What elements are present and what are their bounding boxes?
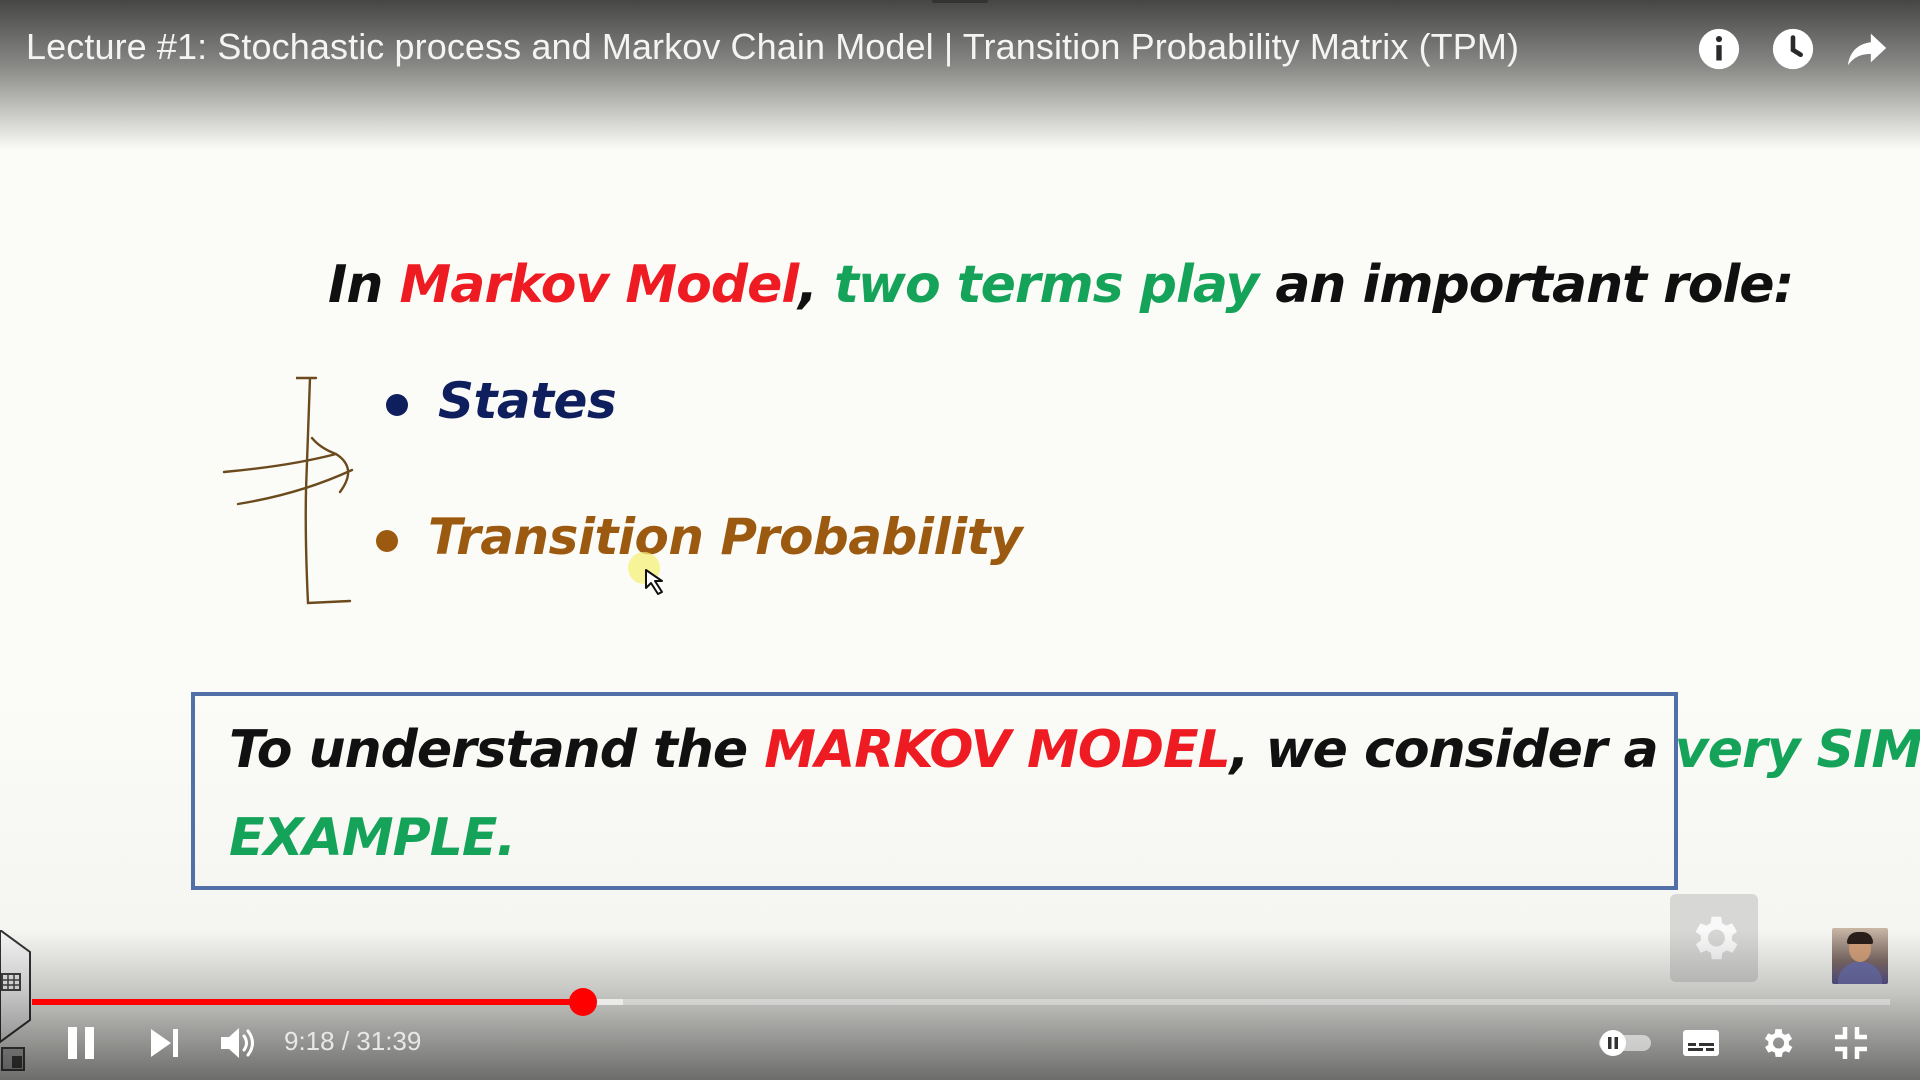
video-title[interactable]: Lecture #1: Stochastic process and Marko…	[26, 26, 1519, 68]
progress-played	[32, 999, 583, 1005]
note-part: To understand the	[229, 720, 765, 780]
bullet-states: States	[386, 372, 617, 430]
time-separator: /	[334, 1026, 357, 1056]
watch-later-icon	[1772, 28, 1814, 70]
progress-bar[interactable]	[32, 988, 1890, 1016]
video-frame[interactable]: In Markov Model, two terms play an impor…	[0, 0, 1920, 1080]
info-icon	[1698, 28, 1740, 70]
cursor-pointer-icon	[628, 552, 663, 595]
volume-icon	[221, 1028, 254, 1058]
bullet-dot	[386, 393, 408, 416]
watch-later-button[interactable]	[1768, 24, 1818, 74]
next-button[interactable]	[142, 1020, 188, 1066]
note-highlight-red: MARKOV MODEL	[764, 720, 1230, 780]
heading-highlight-green: two terms play	[834, 255, 1259, 315]
captions-icon	[1683, 1030, 1719, 1056]
exit-fullscreen-icon	[1835, 1027, 1867, 1059]
info-button[interactable]	[1694, 24, 1744, 74]
top-notch	[932, 0, 988, 3]
note-highlight-green: very SIMPLE	[1674, 720, 1920, 780]
duration: 31:39	[356, 1026, 422, 1056]
example-note-box: To understand the MARKOV MODEL, we consi…	[191, 692, 1920, 890]
share-button[interactable]	[1842, 24, 1892, 74]
settings-button[interactable]	[1754, 1020, 1800, 1066]
pause-icon	[68, 1027, 94, 1059]
captions-button[interactable]	[1678, 1020, 1724, 1066]
share-icon	[1847, 33, 1887, 66]
exit-fullscreen-button[interactable]	[1828, 1020, 1874, 1066]
progress-scrubber-handle[interactable]	[569, 988, 597, 1016]
heading-part: In	[328, 255, 400, 315]
bullet-transition-probability: Transition Probability	[376, 508, 1023, 566]
volume-button[interactable]	[214, 1020, 264, 1066]
note-part: , we consider a	[1229, 720, 1675, 780]
heading-part: an important role:	[1258, 255, 1794, 315]
autoplay-toggle[interactable]	[1594, 1020, 1656, 1066]
current-time: 9:18	[284, 1026, 335, 1056]
heading-highlight-red: Markov Model	[399, 255, 799, 315]
autoplay-toggle-icon	[1599, 1030, 1651, 1056]
next-icon	[151, 1029, 178, 1057]
bullet-label: States	[438, 372, 617, 430]
note-line-1: To understand the MARKOV MODEL, we consi…	[229, 720, 1920, 780]
bullet-label: Transition Probability	[428, 508, 1023, 566]
note-line-2: EXAMPLE.	[229, 808, 516, 868]
settings-icon	[1764, 1029, 1793, 1057]
time-display: 9:18 / 31:39	[284, 1026, 421, 1057]
pause-button[interactable]	[58, 1020, 104, 1066]
heading-part: ,	[798, 255, 835, 315]
hand-drawn-bracket-arrow	[222, 376, 354, 605]
slide-heading: In Markov Model, two terms play an impor…	[328, 255, 1794, 315]
top-overlay	[0, 0, 1920, 150]
